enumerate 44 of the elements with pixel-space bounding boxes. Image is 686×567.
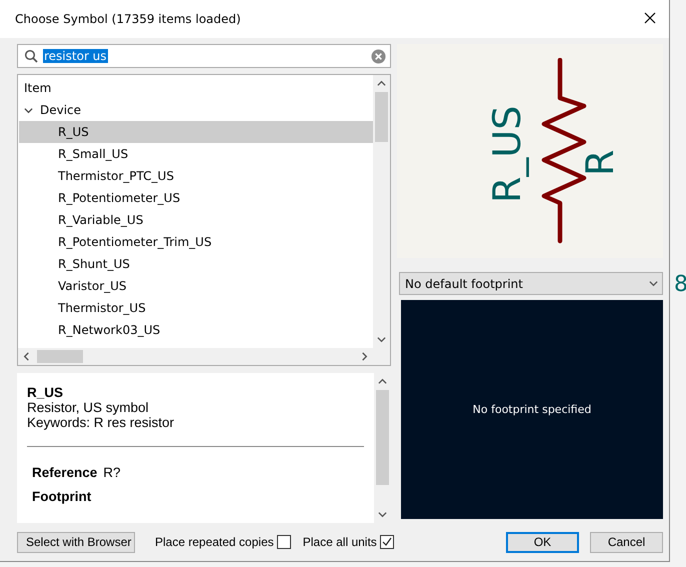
footprint-dropdown[interactable]: No default footprint [399, 272, 663, 295]
tree-item[interactable]: Varistor_US [19, 275, 373, 297]
checkmark-icon [382, 537, 392, 547]
scroll-right-icon[interactable] [360, 352, 369, 361]
horizontal-scrollbar[interactable] [18, 348, 373, 365]
tree-item[interactable]: Thermistor_US [19, 297, 373, 319]
field-value: R? [103, 465, 121, 482]
reference-label: R [580, 121, 620, 181]
scrollbar-thumb[interactable] [37, 350, 83, 363]
symbol-description: Resistor, US symbol [27, 400, 150, 415]
tree-item[interactable]: R_Shunt_US [19, 253, 373, 275]
footprint-message: No footprint specified [472, 403, 592, 416]
tree-item[interactable]: R_Potentiometer_Trim_US [19, 231, 373, 253]
symbol-keywords: Keywords: R res resistor [27, 415, 176, 430]
symbol-name: R_US [27, 385, 64, 400]
scroll-down-icon[interactable] [378, 510, 387, 519]
scrollbar-thumb[interactable] [375, 92, 388, 142]
tree-item[interactable]: R_Variable_US [19, 209, 373, 231]
select-with-browser-button[interactable]: Select with Browser [17, 532, 135, 552]
search-field[interactable]: resistor us [17, 44, 391, 68]
tree-item[interactable]: R_Small_US [19, 143, 373, 165]
scrollbar-thumb[interactable] [376, 390, 389, 485]
vertical-scrollbar[interactable] [373, 75, 390, 348]
option-checkbox[interactable]: Place repeated copies [155, 535, 291, 549]
field-label: Footprint [32, 489, 92, 506]
column-header: Item [23, 80, 52, 97]
clear-icon[interactable] [371, 48, 386, 64]
ok-button[interactable]: OK [506, 532, 579, 552]
scroll-up-icon[interactable] [378, 377, 387, 386]
dropdown-caret-icon[interactable] [649, 279, 658, 288]
scroll-left-icon[interactable] [22, 352, 31, 361]
tree-item[interactable]: R_US [19, 121, 373, 143]
search-icon [24, 49, 38, 63]
scroll-down-icon[interactable] [377, 335, 386, 344]
scroll-up-icon[interactable] [377, 79, 386, 88]
tree-item[interactable]: R_Potentiometer_US [19, 187, 373, 209]
cancel-button[interactable]: Cancel [590, 532, 663, 552]
tree-group[interactable]: Device [19, 99, 373, 121]
option-checkbox[interactable]: Place all units [302, 535, 394, 549]
tree-item[interactable]: Thermistor_PTC_US [19, 165, 373, 187]
chevron-icon[interactable] [24, 106, 33, 114]
tree-item[interactable]: R_Network03_US [19, 319, 373, 341]
window-title: Choose Symbol (17359 items loaded) [15, 12, 241, 26]
field-label: Reference [32, 465, 98, 482]
